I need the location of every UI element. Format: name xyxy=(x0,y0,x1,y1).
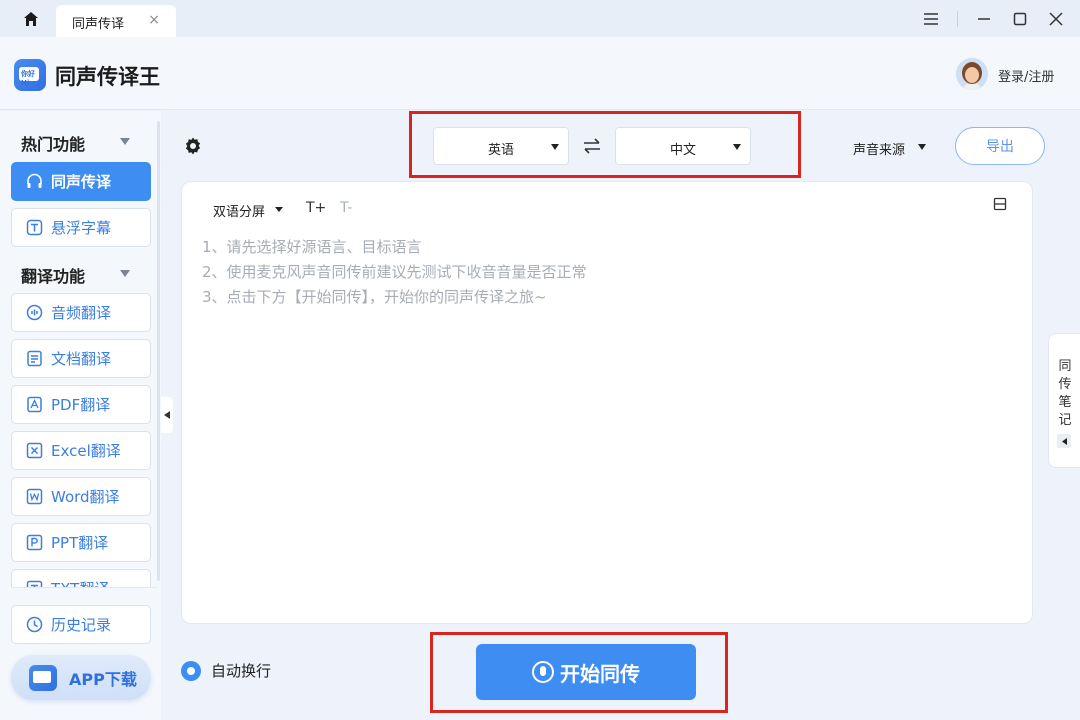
view-mode-select[interactable]: 双语分屏 xyxy=(213,201,265,220)
excel-icon xyxy=(26,442,43,459)
font-decrease-button[interactable]: T- xyxy=(340,200,352,216)
auto-wrap-radio[interactable] xyxy=(181,660,201,681)
app-download-label: APP下载 xyxy=(69,669,137,689)
pdf-icon xyxy=(26,396,43,413)
sidebar-item-label: 文档翻译 xyxy=(51,350,112,368)
hint-line-1: 1、请先选择好源语言、目标语言 xyxy=(202,238,422,256)
sidebar-scrollbar[interactable] xyxy=(157,121,160,581)
auto-wrap-option[interactable]: 自动换行 xyxy=(181,660,271,681)
sidebar-item-simultaneous[interactable]: 同声传译 xyxy=(11,162,151,201)
swap-languages-button[interactable] xyxy=(581,135,603,157)
app-header: 你好 Hi 同声传译王 登录/注册 xyxy=(0,37,1080,110)
start-button-label: 开始同传 xyxy=(560,661,640,686)
sidebar: 热门功能 同声传译 悬浮字幕 翻译功能 音频翻译 文档翻译 PDF翻译 Exce… xyxy=(0,111,161,720)
sidebar-item-floating-subtitle[interactable]: 悬浮字幕 xyxy=(11,208,151,247)
audio-wave-icon xyxy=(26,304,43,321)
auto-wrap-label: 自动换行 xyxy=(211,662,272,680)
app-logo: 你好 Hi xyxy=(14,59,46,91)
sidebar-item-label: Word翻译 xyxy=(51,488,120,506)
document-icon xyxy=(26,350,43,367)
sidebar-divider xyxy=(11,587,157,588)
sidebar-item-label: PDF翻译 xyxy=(51,396,111,414)
transcript-panel: 双语分屏 T+ T- 1、请先选择好源语言、目标语言 2、使用麦克风声音同传前建… xyxy=(181,181,1033,624)
sidebar-item-excel[interactable]: Excel翻译 xyxy=(11,431,151,470)
home-button[interactable] xyxy=(14,6,48,32)
audio-source-select[interactable]: 声音来源 xyxy=(853,139,905,158)
sidebar-item-word[interactable]: Word翻译 xyxy=(11,477,151,516)
caret-left-icon xyxy=(1057,434,1071,448)
ppt-icon xyxy=(26,534,43,551)
avatar-icon xyxy=(956,58,988,90)
close-button[interactable] xyxy=(1038,0,1074,37)
sidebar-item-txt-clip: TXT翻译 xyxy=(11,569,151,587)
tab-active[interactable]: 同声传译 × xyxy=(56,5,176,37)
clock-icon xyxy=(26,616,43,633)
layout-toggle-button[interactable] xyxy=(993,196,1007,211)
sidebar-item-label: TXT翻译 xyxy=(51,578,109,587)
target-language-value: 中文 xyxy=(669,143,696,158)
window-divider xyxy=(957,10,958,27)
avatar[interactable] xyxy=(956,58,988,90)
tab-close-button[interactable]: × xyxy=(148,12,160,28)
subtitle-icon xyxy=(26,219,43,236)
sidebar-item-history[interactable]: 历史记录 xyxy=(11,605,151,644)
section-translation: 翻译功能 xyxy=(21,267,86,286)
sidebar-item-label: 悬浮字幕 xyxy=(51,219,112,237)
chevron-down-icon xyxy=(551,144,559,150)
sidebar-item-label: 音频翻译 xyxy=(51,304,112,322)
sidebar-item-ppt[interactable]: PPT翻译 xyxy=(11,523,151,562)
txt-icon xyxy=(26,580,43,587)
sidebar-item-label: 同声传译 xyxy=(51,173,112,191)
chevron-down-icon xyxy=(733,144,741,150)
section-hot-collapse[interactable] xyxy=(120,138,130,145)
sidebar-item-audio[interactable]: 音频翻译 xyxy=(11,293,151,332)
minimize-icon xyxy=(978,17,990,20)
hint-line-3: 3、点击下方【开始同传】，开始你的同声传译之旅~ xyxy=(202,288,547,306)
swap-icon xyxy=(584,138,600,154)
notes-side-tab[interactable]: 同传笔记 xyxy=(1048,333,1080,468)
close-icon xyxy=(1049,11,1063,26)
sidebar-item-document[interactable]: 文档翻译 xyxy=(11,339,151,378)
headphones-icon xyxy=(26,173,43,190)
sidebar-item-label: 历史记录 xyxy=(51,616,112,634)
settings-button[interactable] xyxy=(183,136,203,156)
menu-icon xyxy=(924,12,938,25)
sidebar-item-label: PPT翻译 xyxy=(51,534,109,552)
font-increase-button[interactable]: T+ xyxy=(306,200,326,216)
gear-icon xyxy=(185,137,201,155)
sidebar-collapse-handle[interactable] xyxy=(161,397,173,433)
logo-text: 你好 Hi xyxy=(21,70,35,87)
caret-left-icon xyxy=(164,411,170,419)
notes-tab-label: 同传笔记 xyxy=(1058,359,1072,428)
word-icon xyxy=(26,488,43,505)
login-register-link[interactable]: 登录/注册 xyxy=(998,66,1054,85)
source-language-select[interactable]: 英语 xyxy=(433,127,569,165)
hint-line-2: 2、使用麦克风声音同传前建议先测试下收音音量是否正常 xyxy=(202,263,587,281)
sidebar-item-pdf[interactable]: PDF翻译 xyxy=(11,385,151,424)
source-language-value: 英语 xyxy=(487,143,514,158)
sidebar-item-label: Excel翻译 xyxy=(51,442,121,460)
maximize-button[interactable] xyxy=(1002,0,1038,37)
app-download-button[interactable]: APP下载 xyxy=(11,655,151,700)
menu-button[interactable] xyxy=(913,0,949,37)
chevron-down-icon xyxy=(275,207,283,212)
app-title: 同声传译王 xyxy=(55,65,160,89)
chevron-down-icon xyxy=(918,144,926,150)
microphone-icon xyxy=(532,661,554,683)
minimize-button[interactable] xyxy=(966,0,1002,37)
app-logo-icon xyxy=(29,664,57,691)
window-controls xyxy=(913,0,1080,37)
maximize-icon xyxy=(1013,12,1027,25)
section-hot-features: 热门功能 xyxy=(21,135,86,154)
target-language-select[interactable]: 中文 xyxy=(615,127,751,165)
start-interpretation-button[interactable]: 开始同传 xyxy=(476,644,696,700)
sidebar-item-txt[interactable]: TXT翻译 xyxy=(11,569,151,587)
split-layout-icon xyxy=(993,197,1007,211)
export-button[interactable]: 导出 xyxy=(955,127,1045,165)
title-bar: 同声传译 × xyxy=(0,0,1080,37)
section-translation-collapse[interactable] xyxy=(120,270,130,277)
home-icon xyxy=(24,12,38,26)
tab-label: 同声传译 xyxy=(72,17,125,32)
